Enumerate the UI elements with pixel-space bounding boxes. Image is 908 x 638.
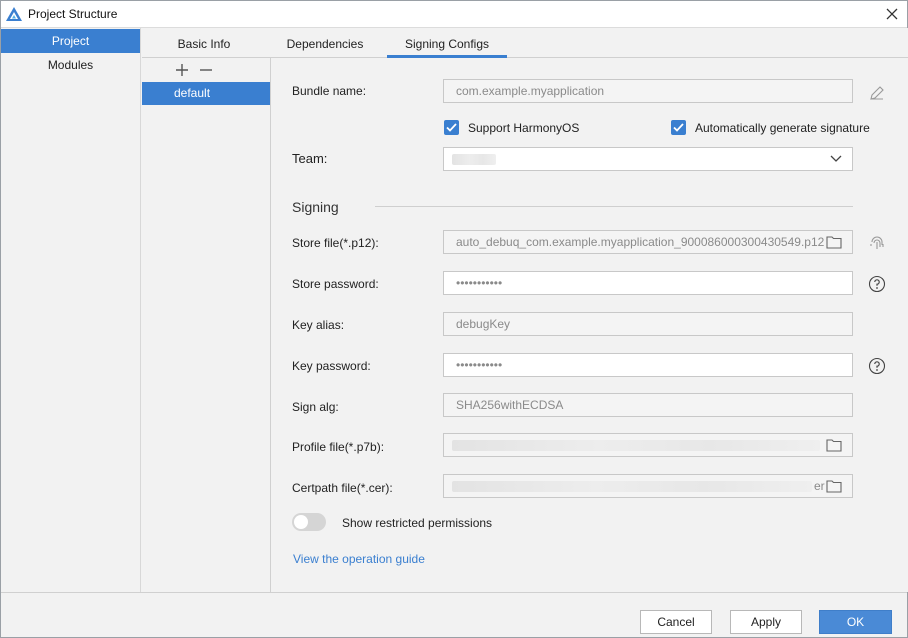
section-divider	[375, 206, 853, 207]
key-alias-label: Key alias:	[292, 318, 345, 332]
pencil-icon[interactable]	[868, 84, 886, 102]
help-icon[interactable]	[868, 357, 886, 375]
help-icon[interactable]	[868, 275, 886, 293]
title-bar: Project Structure	[1, 1, 907, 28]
ok-button[interactable]: OK	[819, 610, 892, 634]
auto-signature-label: Automatically generate signature	[695, 121, 870, 135]
restricted-permissions-toggle[interactable]	[292, 513, 326, 531]
bundle-name-label: Bundle name:	[292, 84, 367, 98]
store-file-label: Store file(*.p12):	[292, 236, 379, 250]
plus-icon	[176, 64, 188, 76]
sign-alg-field[interactable]: SHA256withECDSA	[443, 393, 853, 417]
tab-signing-configs[interactable]: Signing Configs	[387, 28, 507, 58]
restricted-permissions-label: Show restricted permissions	[342, 516, 493, 530]
bundle-name-field[interactable]: com.example.myapplication	[443, 79, 853, 103]
dialog-footer: Cancel Apply OK	[1, 592, 907, 637]
remove-config-button[interactable]	[198, 62, 214, 78]
store-password-label: Store password:	[292, 277, 379, 291]
tab-bar: Basic Info Dependencies Signing Configs	[142, 28, 908, 58]
check-icon	[673, 123, 684, 132]
toggle-knob	[294, 515, 308, 529]
check-icon	[446, 123, 457, 132]
project-structure-dialog: Project Structure Project Modules Basic …	[0, 0, 908, 638]
profile-file-field[interactable]	[443, 433, 853, 457]
redacted-team-value	[452, 154, 496, 165]
operation-guide-link[interactable]: View the operation guide	[293, 552, 425, 566]
minus-icon	[200, 69, 212, 71]
fingerprint-icon[interactable]	[868, 234, 886, 252]
key-alias-field[interactable]: debugKey	[443, 312, 853, 336]
store-file-value: auto_debuq_com.example.myapplication_900…	[456, 235, 825, 249]
certpath-visible-suffix: er	[814, 479, 825, 493]
support-harmonyos-checkbox[interactable]	[444, 120, 459, 135]
auto-signature-checkbox[interactable]	[671, 120, 686, 135]
signing-form: Bundle name: com.example.myapplication S…	[272, 58, 908, 592]
signing-config-list: default	[142, 58, 271, 592]
apply-button[interactable]: Apply	[730, 610, 802, 634]
tab-dependencies[interactable]: Dependencies	[277, 28, 373, 58]
sidebar: Project Modules	[1, 28, 141, 592]
harmony-app-icon	[6, 7, 22, 21]
team-label: Team:	[292, 151, 328, 166]
cancel-button[interactable]: Cancel	[640, 610, 712, 634]
window-title: Project Structure	[28, 7, 118, 21]
close-icon	[886, 8, 898, 20]
folder-icon[interactable]	[826, 235, 842, 249]
support-harmonyos-label: Support HarmonyOS	[468, 121, 580, 135]
key-password-label: Key password:	[292, 359, 371, 373]
sidebar-item-project[interactable]: Project	[1, 29, 140, 53]
folder-icon[interactable]	[826, 479, 842, 493]
redacted-certpath-path	[452, 481, 812, 492]
store-password-field[interactable]: •••••••••••	[443, 271, 853, 295]
key-password-field[interactable]: •••••••••••	[443, 353, 853, 377]
chevron-down-icon	[830, 155, 842, 162]
folder-icon[interactable]	[826, 438, 842, 452]
sidebar-item-modules[interactable]: Modules	[1, 53, 140, 77]
signing-section-title: Signing	[292, 199, 339, 215]
profile-file-label: Profile file(*.p7b):	[292, 440, 385, 454]
certpath-file-label: Certpath file(*.cer):	[292, 481, 393, 495]
add-config-button[interactable]	[174, 62, 190, 78]
certpath-file-field[interactable]: er	[443, 474, 853, 498]
store-file-field[interactable]: auto_debuq_com.example.myapplication_900…	[443, 230, 853, 254]
team-select[interactable]	[443, 147, 853, 171]
config-item-default[interactable]: default	[142, 82, 270, 105]
sign-alg-label: Sign alg:	[292, 400, 339, 414]
tab-basic-info[interactable]: Basic Info	[165, 28, 243, 58]
close-button[interactable]	[883, 5, 901, 23]
redacted-profile-path	[452, 440, 820, 451]
